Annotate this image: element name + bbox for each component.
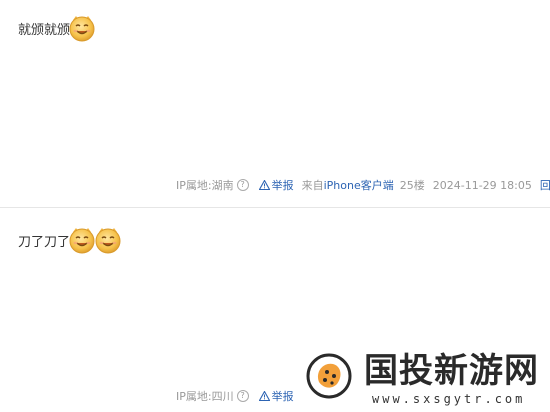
smiley-face-icon [68, 14, 96, 42]
report-label: 举报 [271, 390, 294, 403]
watermark-title: 国投新游网 [364, 351, 539, 391]
post-text: 刀了刀了 [18, 235, 71, 250]
from-prefix: 来自 [301, 179, 324, 192]
warning-triangle-icon [258, 180, 270, 190]
ip-location: IP属地:湖南 [176, 179, 234, 192]
client-link[interactable]: iPhone客户端 [324, 179, 394, 192]
floor-number: 25楼 [399, 179, 425, 192]
report-link[interactable]: 举报 [258, 388, 294, 404]
watermark-url: www.sxsgytr.com [372, 392, 526, 406]
report-link[interactable]: 举报 [258, 177, 294, 193]
post-meta: IP属地:湖南 ? 举报 来自iPhone客户端 25楼 2024-11-29 … [176, 177, 550, 193]
client-source: 来自iPhone客户端 [302, 177, 394, 193]
smiley-face-icon [94, 226, 122, 254]
post-floor-25: 就颁就颁 IP属地:湖南 ? 举报 来自iPhone客户端 25楼 2024-1… [0, 0, 550, 207]
post-meta: IP属地:四川 ? 举报 [176, 388, 302, 404]
question-circle-icon[interactable]: ? [236, 179, 249, 191]
post-content: 刀了刀了 [18, 226, 122, 254]
post-text: 就颁就颁 [18, 23, 71, 38]
question-circle-icon[interactable]: ? [236, 390, 249, 402]
post-content: 就颁就颁 [18, 14, 96, 42]
post-time: 2024-11-29 18:05 [432, 178, 532, 192]
cookie-logo-icon [306, 353, 352, 399]
smiley-face-icon [68, 226, 96, 254]
reply-button[interactable]: 回复 [540, 177, 550, 193]
warning-triangle-icon [258, 391, 270, 401]
site-watermark: 国投新游网 www.sxsgytr.com [300, 350, 550, 412]
report-label: 举报 [271, 179, 294, 192]
ip-location: IP属地:四川 [176, 390, 234, 403]
